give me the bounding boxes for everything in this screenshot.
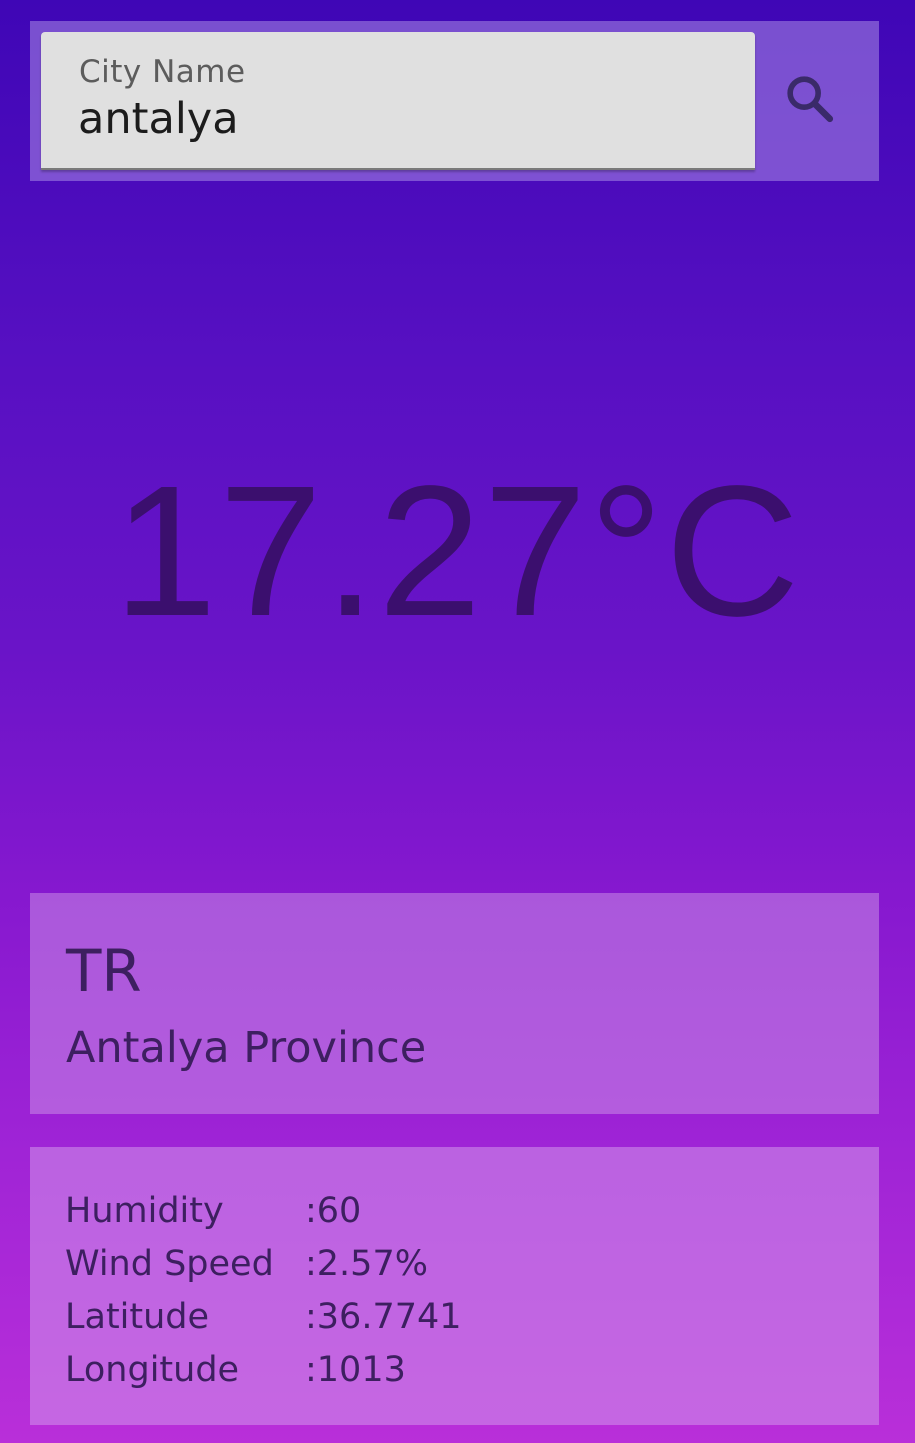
temperature-display: 17.27°C [113, 448, 802, 655]
wind-speed-label: Wind Speed [65, 1244, 274, 1284]
detail-row-wind-speed: Wind Speed :2.57% [65, 1244, 428, 1294]
city-name-input[interactable]: antalya [78, 94, 239, 144]
latitude-value: :36.7741 [305, 1297, 462, 1337]
search-icon [782, 71, 838, 131]
search-panel: City Name antalya [30, 21, 879, 181]
longitude-value: :1013 [305, 1350, 406, 1390]
city-name-field[interactable]: City Name antalya [41, 32, 755, 170]
region-name: Antalya Province [66, 1023, 427, 1073]
detail-row-humidity: Humidity :60 [65, 1191, 361, 1241]
humidity-value: :60 [305, 1191, 362, 1231]
longitude-label: Longitude [65, 1350, 240, 1390]
search-button[interactable] [770, 61, 850, 141]
detail-row-latitude: Latitude :36.7741 [65, 1297, 462, 1347]
location-card: TR Antalya Province [30, 893, 879, 1114]
wind-speed-value: :2.57% [305, 1244, 428, 1284]
details-card: Humidity :60 Wind Speed :2.57% Latitude … [30, 1147, 879, 1425]
latitude-label: Latitude [65, 1297, 210, 1337]
country-code: TR [66, 937, 142, 1005]
detail-row-longitude: Longitude :1013 [65, 1350, 406, 1400]
city-name-label: City Name [79, 54, 246, 90]
humidity-label: Humidity [65, 1191, 224, 1231]
